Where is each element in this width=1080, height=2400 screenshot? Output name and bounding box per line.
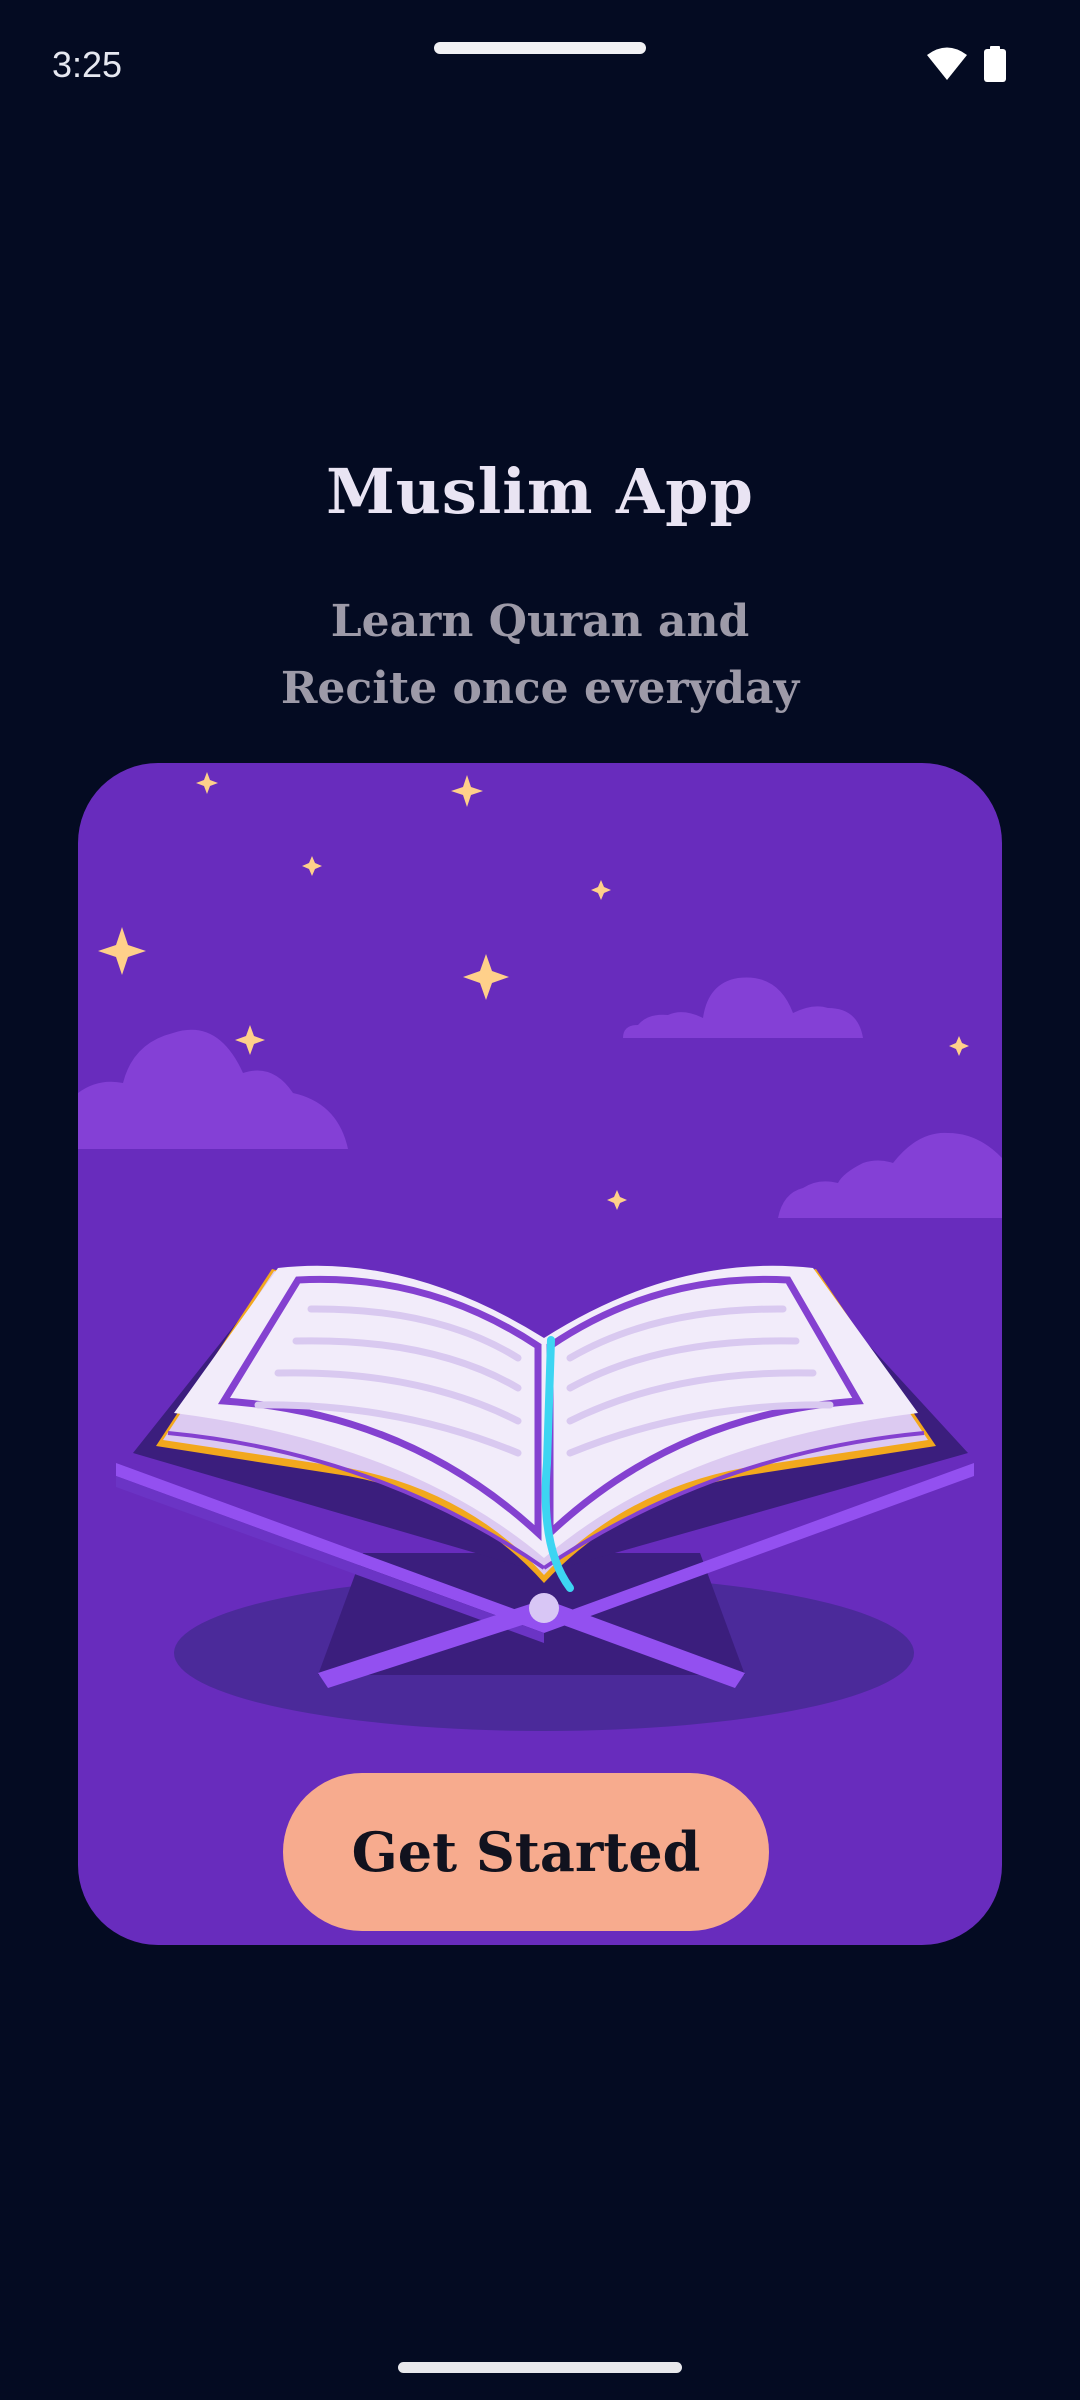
welcome-card: Get Started	[78, 763, 1002, 1945]
app-subtitle: Learn Quran and Recite once everyday	[0, 588, 1080, 722]
get-started-button[interactable]: Get Started	[283, 1773, 769, 1931]
stand-knob	[529, 1593, 559, 1623]
app-title: Muslim App	[326, 455, 754, 528]
status-bar: 3:25	[0, 0, 1080, 130]
wifi-icon	[927, 47, 967, 80]
status-time: 3:25	[52, 44, 123, 85]
battery-icon	[984, 46, 1006, 82]
clouds	[78, 977, 1002, 1218]
quran-illustration	[78, 772, 1002, 1731]
subtitle-line-1: Learn Quran and	[330, 596, 750, 647]
subtitle-line-2: Recite once everyday	[280, 663, 800, 714]
home-indicator[interactable]	[398, 2362, 682, 2373]
top-handle-bar	[434, 42, 646, 54]
